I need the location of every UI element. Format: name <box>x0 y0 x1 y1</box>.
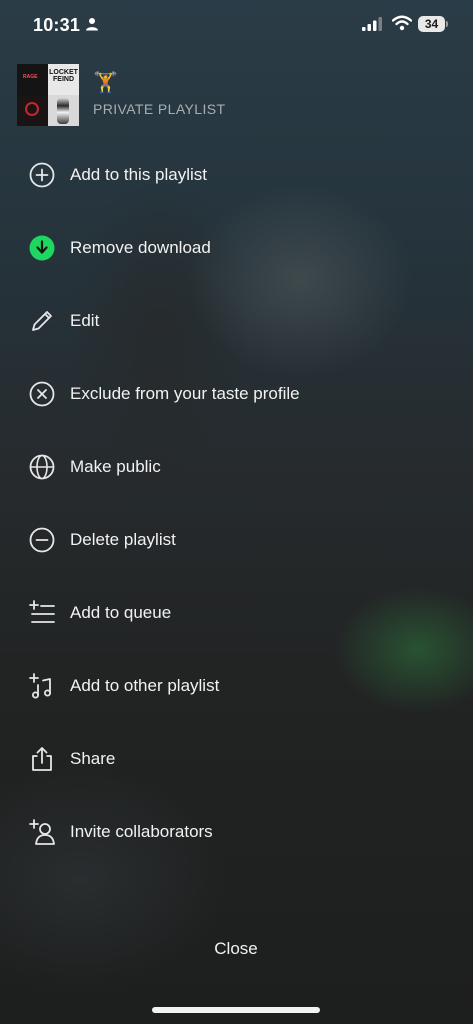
battery-level: 34 <box>418 16 445 32</box>
menu-item-edit[interactable]: Edit <box>0 284 473 357</box>
menu-item-label: Exclude from your taste profile <box>70 383 300 403</box>
signal-icon <box>362 17 382 31</box>
person-icon <box>86 18 98 31</box>
add-queue-icon <box>28 599 56 627</box>
menu-item-label: Add to this playlist <box>70 164 208 184</box>
menu-item-add-to-this-playlist[interactable]: Add to this playlist <box>0 138 473 211</box>
menu-item-label: Add to queue <box>70 602 172 622</box>
cover-tile-4 <box>48 95 79 126</box>
plus-circle-icon <box>28 161 56 189</box>
battery-icon: 34 <box>418 16 448 32</box>
cover-tile-1-text: RAGE <box>23 74 38 80</box>
menu-item-label: Invite collaborators <box>70 821 213 841</box>
close-button[interactable]: Close <box>186 934 286 964</box>
wifi-icon <box>392 15 412 31</box>
menu-item-invite-collaborators[interactable]: Invite collaborators <box>0 795 473 868</box>
minus-circle-icon <box>28 526 56 554</box>
share-icon <box>28 745 56 773</box>
download-complete-icon <box>28 234 56 262</box>
add-user-icon <box>28 818 56 846</box>
menu-item-label: Remove download <box>70 237 211 257</box>
menu-item-label: Add to other playlist <box>70 675 220 695</box>
menu-item-label: Delete playlist <box>70 529 176 549</box>
menu-item-make-public[interactable]: Make public <box>0 430 473 503</box>
menu-item-label: Share <box>70 748 116 768</box>
menu-item-share[interactable]: Share <box>0 722 473 795</box>
playlist-emoji-icon: 🏋️ <box>93 72 118 94</box>
x-circle-icon <box>28 380 56 408</box>
menu-item-delete-playlist[interactable]: Delete playlist <box>0 503 473 576</box>
context-menu: Add to this playlist Remove download Edi… <box>0 138 473 868</box>
home-indicator[interactable] <box>152 1007 320 1013</box>
status-bar: 10:31 34 <box>0 0 473 50</box>
playlist-cover: RAGE LOCKET FEIND <box>17 64 79 126</box>
menu-item-add-to-queue[interactable]: Add to queue <box>0 576 473 649</box>
add-playlist-icon <box>28 672 56 700</box>
menu-item-add-to-other-playlist[interactable]: Add to other playlist <box>0 649 473 722</box>
cover-tile-2: LOCKET FEIND <box>48 64 79 95</box>
playlist-header: RAGE LOCKET FEIND 🏋️ PRIVATE PLAYLIST <box>17 64 457 128</box>
menu-item-remove-download[interactable]: Remove download <box>0 211 473 284</box>
playlist-subtitle: PRIVATE PLAYLIST <box>93 101 226 117</box>
globe-icon <box>28 453 56 481</box>
cover-tile-1: RAGE <box>17 64 48 95</box>
clock: 10:31 <box>33 15 81 35</box>
menu-item-label: Make public <box>70 456 161 476</box>
cover-tile-3 <box>17 95 48 126</box>
menu-item-exclude-taste-profile[interactable]: Exclude from your taste profile <box>0 357 473 430</box>
battery-cap <box>446 21 448 27</box>
pencil-icon <box>28 307 56 335</box>
menu-item-label: Edit <box>70 310 100 330</box>
